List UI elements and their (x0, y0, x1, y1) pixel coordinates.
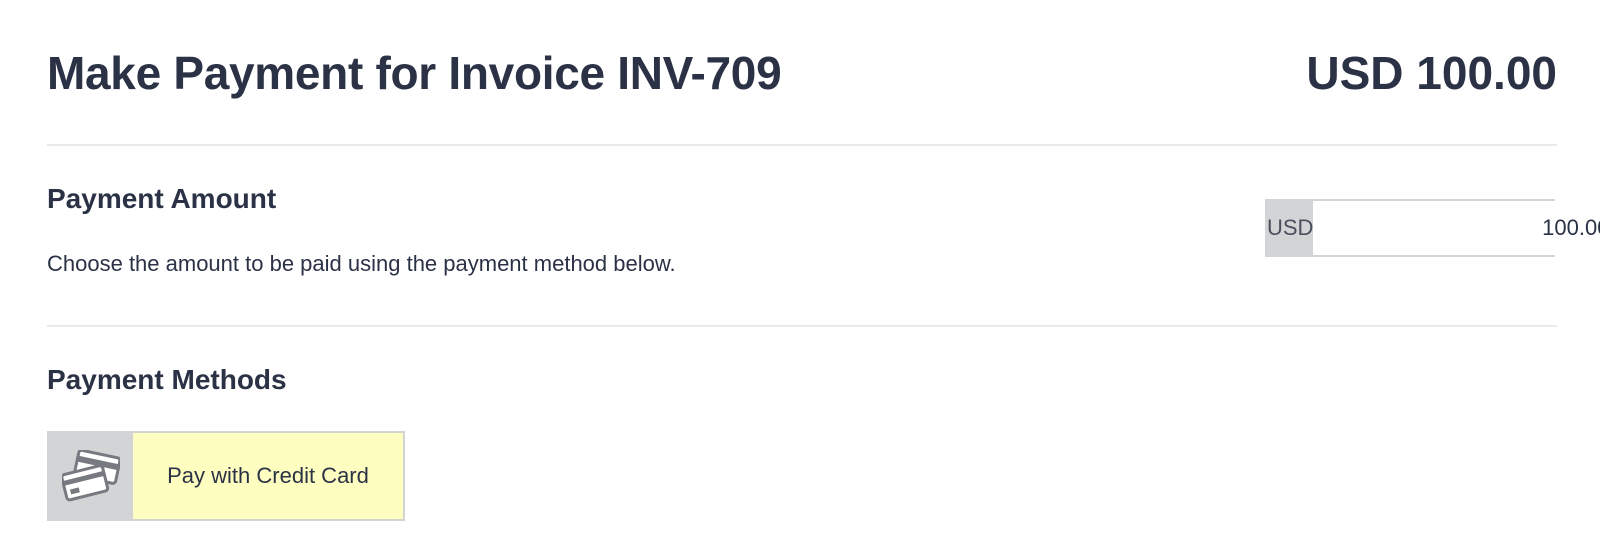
credit-card-icon (49, 433, 133, 519)
pay-with-credit-card-button[interactable]: Pay with Credit Card (47, 431, 405, 521)
divider (47, 144, 1557, 146)
payment-amount-description: Choose the amount to be paid using the p… (47, 251, 676, 276)
pay-with-credit-card-label: Pay with Credit Card (133, 433, 403, 519)
page-title: Make Payment for Invoice INV-709 (47, 47, 782, 99)
payment-amount-field: USD (1265, 199, 1600, 257)
amount-input[interactable] (1313, 201, 1600, 255)
payment-amount-title: Payment Amount (47, 183, 277, 214)
currency-addon: USD (1267, 201, 1314, 255)
divider (47, 325, 1557, 327)
payment-methods-title: Payment Methods (47, 364, 287, 395)
invoice-total: USD 100.00 (1306, 47, 1557, 99)
page-header: Make Payment for Invoice INV-709 USD 100… (47, 38, 1557, 108)
payment-page: Make Payment for Invoice INV-709 USD 100… (0, 0, 1600, 552)
